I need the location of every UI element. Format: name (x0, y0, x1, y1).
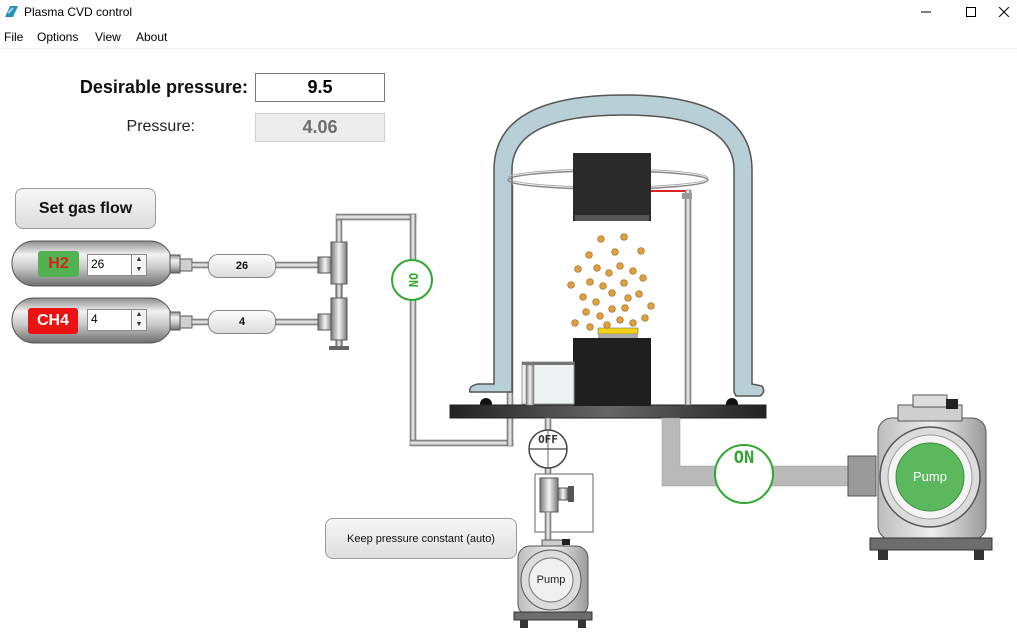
window-title: Plasma CVD control (24, 5, 133, 19)
maximize-icon (966, 7, 976, 17)
ch4-spin-up-icon[interactable]: ▲ (131, 310, 146, 320)
h2-flow-spinbox[interactable]: 26 ▲ ▼ (87, 254, 147, 276)
base-plate (449, 404, 767, 419)
bell-jar (468, 94, 765, 397)
title-bar: Plasma CVD control (0, 0, 1017, 24)
desired-pressure-label: Desirable pressure: (79, 77, 248, 97)
gas-feed-line (335, 184, 514, 447)
small-pump-valve-frame (534, 473, 594, 533)
gas-mixer-valves (317, 219, 349, 350)
ch4-flow-spinbox[interactable]: 4 ▲ ▼ (87, 309, 147, 331)
pressure-readout: 4.06 (255, 113, 385, 142)
menu-bar: File Options View About (0, 28, 1017, 49)
minimize-icon (921, 11, 931, 13)
keep-pressure-constant-button[interactable]: Keep pressure constant (auto) (325, 518, 517, 559)
set-gas-flow-button[interactable]: Set gas flow (15, 188, 156, 229)
h2-setpoint: 26 (91, 257, 105, 271)
h2-spin-up-icon[interactable]: ▲ (131, 255, 146, 265)
substrate-holder (573, 338, 651, 406)
pressure-label: Pressure: (126, 118, 195, 135)
menu-view[interactable]: View (95, 30, 121, 44)
maximize-button[interactable] (948, 0, 994, 24)
ch4-label: CH4 (28, 308, 78, 334)
menu-file[interactable]: File (4, 30, 23, 44)
menu-options[interactable]: Options (37, 30, 78, 44)
app-icon (5, 6, 18, 17)
h2-flow-readout: 26 (208, 254, 276, 278)
ch4-spin-down-icon[interactable]: ▼ (131, 320, 146, 330)
h2-spin-down-icon[interactable]: ▼ (131, 265, 146, 275)
menu-about[interactable]: About (136, 30, 167, 44)
close-button[interactable] (991, 0, 1017, 24)
small-pump-button[interactable]: Pump (529, 574, 573, 586)
h2-label: H2 (38, 251, 79, 277)
main-pump-button[interactable]: Pump (896, 469, 964, 484)
upper-electrode (573, 153, 651, 221)
small-pump-valve-toggle[interactable]: OFF (528, 433, 568, 446)
main-pump-valve-toggle[interactable]: ON (714, 448, 774, 468)
gas-valve-toggle[interactable]: ON (404, 260, 420, 300)
minimize-button[interactable] (903, 0, 949, 24)
ch4-setpoint: 4 (91, 312, 98, 326)
close-icon (999, 7, 1009, 17)
desired-pressure-input[interactable]: 9.5 (255, 73, 385, 102)
plasma-particles (567, 233, 655, 331)
ch4-flow-readout: 4 (208, 310, 276, 334)
